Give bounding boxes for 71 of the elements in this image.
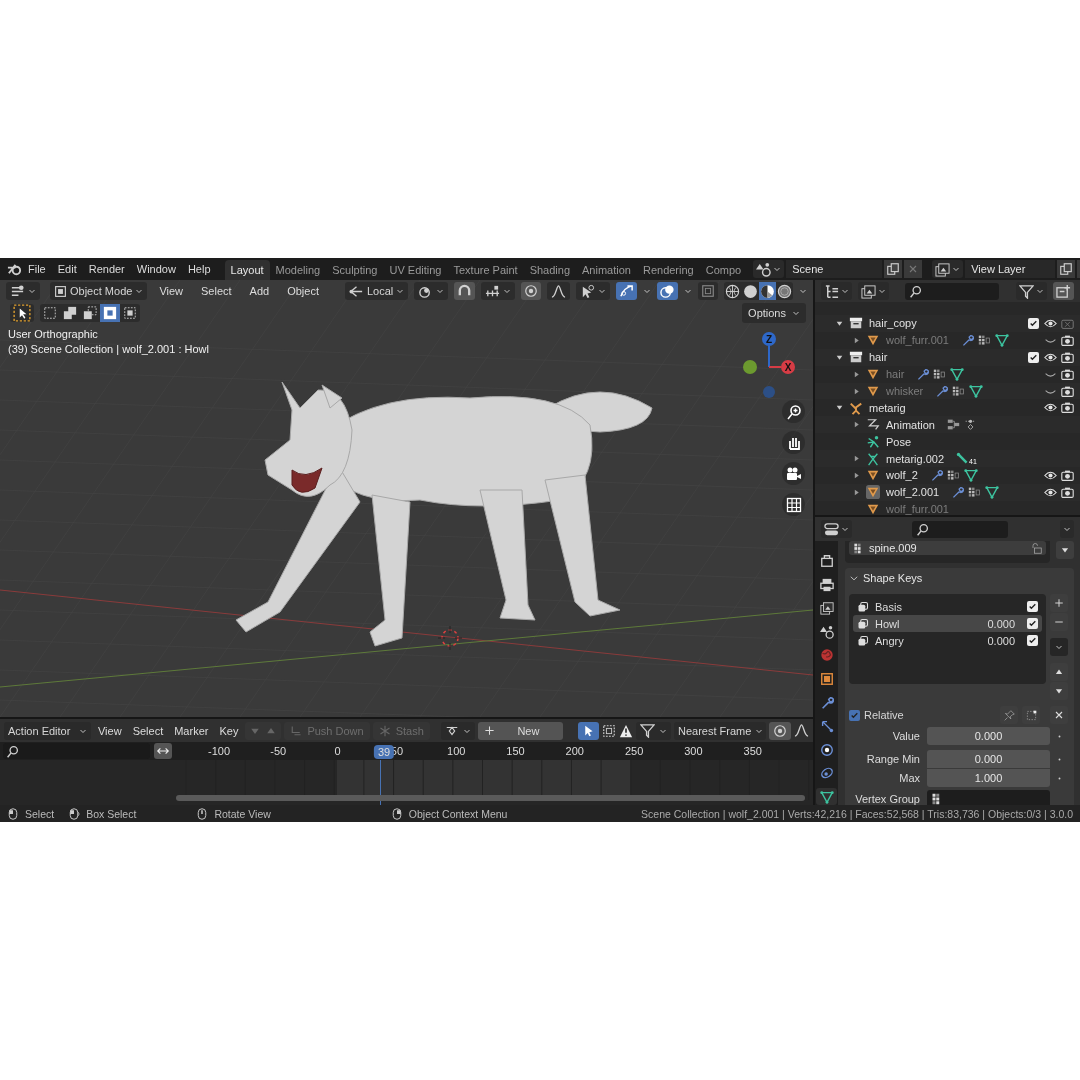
menu-item[interactable]: View <box>153 285 190 297</box>
workspace-tab[interactable]: UV Editing <box>383 260 448 280</box>
new-action-button[interactable]: New <box>477 721 563 740</box>
outliner-item[interactable]: Animation <box>886 418 935 431</box>
frame-tick-label: -100 <box>208 745 230 757</box>
scene-name-field[interactable]: Scene <box>786 260 883 278</box>
status-hint: Rotate View <box>214 807 271 820</box>
frame-tick-label: 300 <box>684 745 703 757</box>
workspace-tab[interactable]: Shading <box>523 260 577 280</box>
outliner-item[interactable]: metarig.002 <box>886 452 945 465</box>
menu-item[interactable]: Select <box>128 724 168 737</box>
vertex-group-item[interactable]: spine.009 <box>849 541 1046 555</box>
outliner-item[interactable]: hair <box>886 368 905 381</box>
menu-item[interactable]: Window <box>130 263 182 275</box>
frame-tick-label: 150 <box>506 745 525 757</box>
menu-item[interactable]: Key <box>215 724 243 737</box>
workspace-tab[interactable]: Compo <box>699 260 748 280</box>
menu-item[interactable]: File <box>22 263 52 275</box>
field-label: Vertex Group <box>854 793 921 805</box>
options-dropdown[interactable]: Options <box>742 303 806 323</box>
panel-header[interactable]: Shape Keys <box>849 568 1068 588</box>
number-field[interactable]: 1.000 <box>927 769 1050 787</box>
outliner-item[interactable]: wolf_furr.001 <box>886 503 949 515</box>
menu-item[interactable]: Select <box>195 285 238 297</box>
menu-item[interactable]: Object <box>281 285 325 297</box>
menu-item[interactable]: Edit <box>51 263 83 275</box>
status-hint: Object Context Menu <box>408 807 508 820</box>
status-hint: Select <box>25 807 55 820</box>
menu-item[interactable]: Marker <box>170 724 213 737</box>
menu-item[interactable]: Help <box>181 263 217 275</box>
viewport-info-text: User Orthographic <box>8 327 98 342</box>
number-field[interactable]: 0.000 <box>927 727 1050 745</box>
workspace-tab[interactable]: Modeling <box>269 260 327 280</box>
snap-mode-dropdown[interactable]: Nearest Frame <box>674 721 766 740</box>
workspace-tab[interactable]: Sculpting <box>326 260 384 280</box>
scene-statistics: Scene Collection | wolf_2.001 | Verts:42,216 | Faces:52,568 | Tris:83,736 | Objects:0/3 | 3.0.0 <box>641 807 1073 820</box>
shape-key-item[interactable]: Basis <box>853 598 1042 615</box>
mode-dropdown[interactable]: Object Mode <box>50 282 148 300</box>
shape-key-item[interactable]: Howl 0.000 <box>853 615 1042 632</box>
menu-item[interactable]: View <box>93 724 126 737</box>
view-layer-field[interactable]: View Layer <box>965 260 1056 278</box>
frame-tick-label: 100 <box>447 745 466 757</box>
number-field[interactable]: 0.000 <box>927 750 1050 768</box>
field-label: Range Min <box>865 753 921 765</box>
workspace-tab[interactable]: Animation <box>576 260 637 280</box>
workspace-tab[interactable]: Layout <box>224 260 270 280</box>
axis-handle[interactable]: Z <box>762 332 776 368</box>
outliner-item[interactable]: metarig <box>869 401 906 414</box>
outliner-item[interactable]: hair <box>869 351 888 364</box>
editor-mode-dropdown[interactable]: Action Editor <box>4 721 91 740</box>
menu-item[interactable]: Render <box>82 263 131 275</box>
outliner-item[interactable]: Pose <box>886 435 912 448</box>
field-label: Value <box>891 730 921 742</box>
outliner-item[interactable]: wolf_2 <box>886 469 918 482</box>
viewport-info-text: (39) Scene Collection | wolf_2.001 : Howl <box>8 342 209 357</box>
outliner-item[interactable]: wolf_2.001 <box>886 486 940 499</box>
shape-key-item[interactable]: Angry 0.000 <box>853 632 1042 649</box>
checkbox-label: Relative <box>864 709 904 721</box>
outliner-item[interactable]: wolf_furr.001 <box>886 334 949 347</box>
workspace-tab[interactable]: Texture Paint <box>447 260 524 280</box>
frame-tick-label: 200 <box>565 745 584 757</box>
status-hint: Box Select <box>86 807 137 820</box>
frame-tick-label: 0 <box>334 745 341 757</box>
outliner-item[interactable]: hair_copy <box>869 317 917 330</box>
frame-tick-label: 350 <box>743 745 762 757</box>
field-label: Max <box>898 772 921 784</box>
workspace-tab[interactable]: Rendering <box>636 260 700 280</box>
menu-item[interactable]: Add <box>243 285 276 297</box>
frame-tick-label: -50 <box>270 745 287 757</box>
orientation-dropdown[interactable]: Local <box>345 282 409 300</box>
frame-tick-label: 250 <box>624 745 644 757</box>
